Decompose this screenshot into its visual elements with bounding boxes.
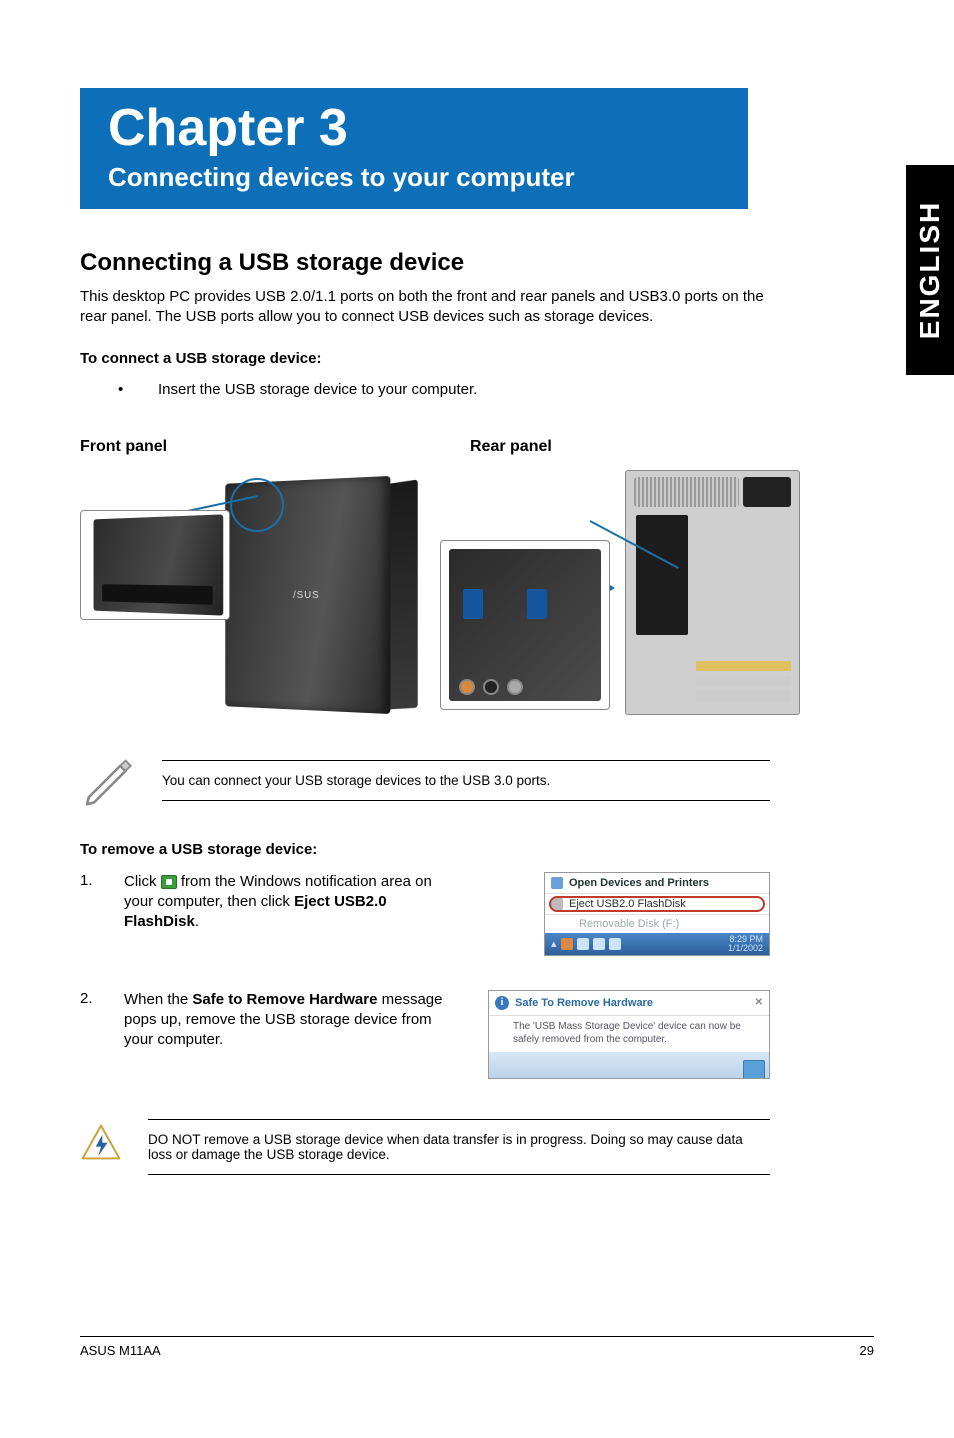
menu-item-open-devices[interactable]: Open Devices and Printers [545, 873, 769, 894]
rear-grille [634, 477, 739, 507]
front-inset-image [80, 510, 230, 620]
drive-icon [551, 898, 563, 910]
bullet-dot: • [118, 381, 158, 398]
note-content: You can connect your USB storage devices… [162, 754, 770, 807]
step-number: 1. [80, 872, 124, 956]
warning-text: DO NOT remove a USB storage device when … [148, 1126, 770, 1168]
remove-procedure-title: To remove a USB storage device: [80, 841, 770, 858]
step-text: When the [124, 991, 192, 1008]
balloon-title: Safe To Remove Hardware [515, 997, 653, 1009]
rear-panel-image [440, 470, 800, 720]
taskbar: ▴ 8:29 PM 1/1/2002 [545, 933, 769, 955]
usb-port-icon [527, 589, 547, 619]
connect-procedure-title: To connect a USB storage device: [80, 350, 770, 367]
usb-port-icon [463, 589, 483, 619]
front-panel-column: Front panel /SUS [80, 438, 400, 720]
footer-page-number: 29 [860, 1343, 874, 1358]
step-text: Click [124, 873, 161, 890]
front-inset-panel [94, 514, 224, 615]
language-tab: ENGLISH [906, 165, 954, 375]
audio-jack-icon [459, 679, 475, 695]
asus-logo: /SUS [293, 589, 320, 600]
expansion-slot [696, 691, 791, 701]
note-block-usb3: You can connect your USB storage devices… [80, 750, 770, 811]
expansion-slot [696, 661, 791, 671]
rear-inset-image [440, 540, 610, 710]
tray-icon[interactable] [561, 938, 573, 950]
page-footer: ASUS M11AA 29 [80, 1336, 874, 1358]
taskbar-clock: 8:29 PM 1/1/2002 [728, 935, 763, 953]
callout-circle [230, 478, 284, 532]
taskbar-tab [743, 1060, 765, 1078]
step-screenshot-wrap: i Safe To Remove Hardware ✕ The 'USB Mas… [464, 990, 770, 1079]
step-screenshot-wrap: Open Devices and Printers Eject USB2.0 F… [464, 872, 770, 956]
note-text: You can connect your USB storage devices… [162, 767, 770, 794]
audio-jack-icon [483, 679, 499, 695]
menu-subitem-removable-disk: Removable Disk (F:) [545, 915, 769, 933]
step-row: 2. When the Safe to Remove Hardware mess… [80, 990, 770, 1079]
lightning-warning-icon [80, 1123, 122, 1170]
step-bold: Safe to Remove Hardware [192, 991, 377, 1008]
chapter-title: Chapter 3 [108, 98, 720, 158]
connect-bullet-row: • Insert the USB storage device to your … [80, 381, 770, 398]
content: Connecting a USB storage device This des… [80, 249, 770, 1181]
tray-separator: ▴ [551, 937, 557, 950]
connect-bullet-text: Insert the USB storage device to your co… [158, 381, 477, 398]
menu-item-eject-flashdisk[interactable]: Eject USB2.0 FlashDisk [545, 894, 769, 915]
psu [743, 477, 791, 507]
language-tab-label: ENGLISH [914, 201, 946, 339]
warning-content: DO NOT remove a USB storage device when … [148, 1113, 770, 1181]
pc-tower-rear [625, 470, 800, 715]
balloon-titlebar: i Safe To Remove Hardware ✕ [489, 991, 769, 1016]
step-body: When the Safe to Remove Hardware message… [124, 990, 464, 1079]
audio-jack-icon [507, 679, 523, 695]
front-panel-image: /SUS [80, 470, 400, 715]
clock-date: 1/1/2002 [728, 944, 763, 953]
balloon-body: The 'USB Mass Storage Device' device can… [489, 1016, 769, 1052]
io-plate [636, 515, 688, 635]
step-body: Click from the Windows notification area… [124, 872, 464, 956]
footer-model: ASUS M11AA [80, 1343, 161, 1358]
remove-steps: 1. Click from the Windows notification a… [80, 872, 770, 1079]
section-heading: Connecting a USB storage device [80, 249, 770, 277]
tray-network-icon[interactable] [609, 938, 621, 950]
audio-jack-row [459, 679, 523, 695]
chapter-subtitle: Connecting devices to your computer [108, 162, 720, 193]
info-icon: i [495, 996, 509, 1010]
balloon-footer [489, 1052, 769, 1078]
menu-label: Eject USB2.0 FlashDisk [569, 898, 686, 910]
step-row: 1. Click from the Windows notification a… [80, 872, 770, 956]
panel-images-row: Front panel /SUS Rear panel [80, 438, 770, 720]
front-panel-label: Front panel [80, 438, 400, 456]
warning-block: DO NOT remove a USB storage device when … [80, 1113, 770, 1181]
menu-label: Open Devices and Printers [569, 877, 709, 889]
step-text: . [195, 913, 199, 930]
rear-panel-column: Rear panel [440, 438, 800, 720]
chapter-banner: Chapter 3 Connecting devices to your com… [80, 88, 748, 209]
safe-to-remove-balloon: i Safe To Remove Hardware ✕ The 'USB Mas… [488, 990, 770, 1079]
devices-printers-icon [551, 877, 563, 889]
expansion-slot [696, 676, 791, 686]
page: ENGLISH Chapter 3 Connecting devices to … [0, 0, 954, 1438]
balloon-close-button[interactable]: ✕ [755, 997, 763, 1008]
pen-note-icon [80, 750, 136, 811]
safely-remove-tray-icon [161, 875, 177, 889]
rear-panel-label: Rear panel [440, 438, 800, 456]
tray-volume-icon[interactable] [577, 938, 589, 950]
section-intro: This desktop PC provides USB 2.0/1.1 por… [80, 287, 770, 328]
step-number: 2. [80, 990, 124, 1079]
eject-menu-screenshot: Open Devices and Printers Eject USB2.0 F… [544, 872, 770, 956]
tray-flag-icon[interactable] [593, 938, 605, 950]
